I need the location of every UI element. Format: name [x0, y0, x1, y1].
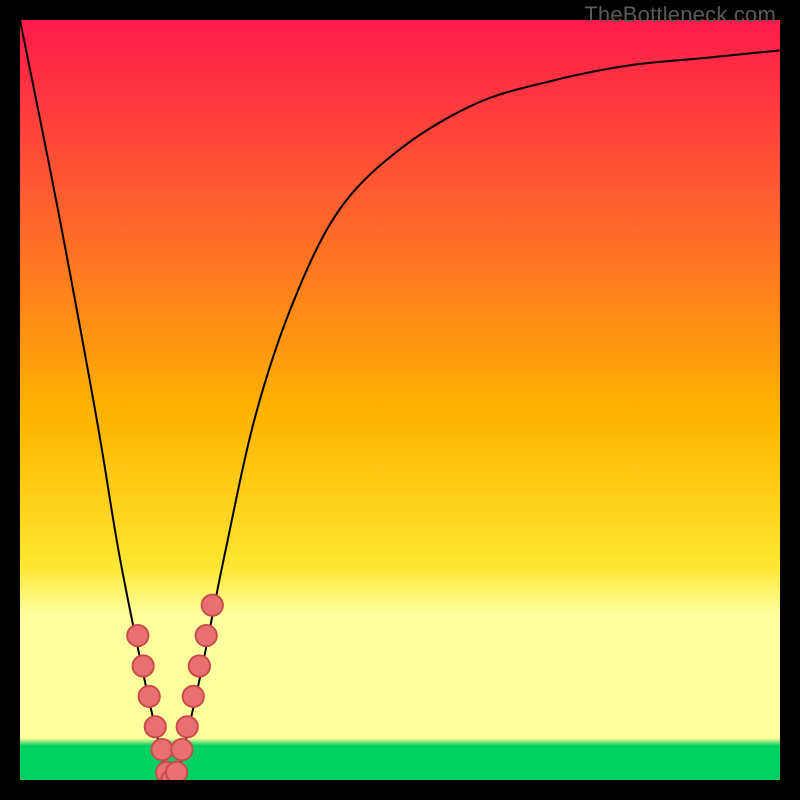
watermark-text: TheBottleneck.com: [584, 2, 776, 28]
marker-dot: [151, 739, 172, 760]
highlighted-points: [127, 595, 223, 780]
marker-dot: [171, 739, 192, 760]
plot-area: [20, 20, 780, 780]
marker-dot: [139, 686, 160, 707]
marker-dot: [202, 595, 223, 616]
chart-svg: [20, 20, 780, 780]
marker-dot: [166, 762, 187, 780]
marker-dot: [196, 625, 217, 646]
marker-dot: [127, 625, 148, 646]
marker-dot: [189, 655, 210, 676]
outer-frame: TheBottleneck.com: [0, 0, 800, 800]
marker-dot: [177, 716, 198, 737]
marker-dot: [132, 655, 153, 676]
marker-dot: [145, 716, 166, 737]
marker-dot: [183, 686, 204, 707]
